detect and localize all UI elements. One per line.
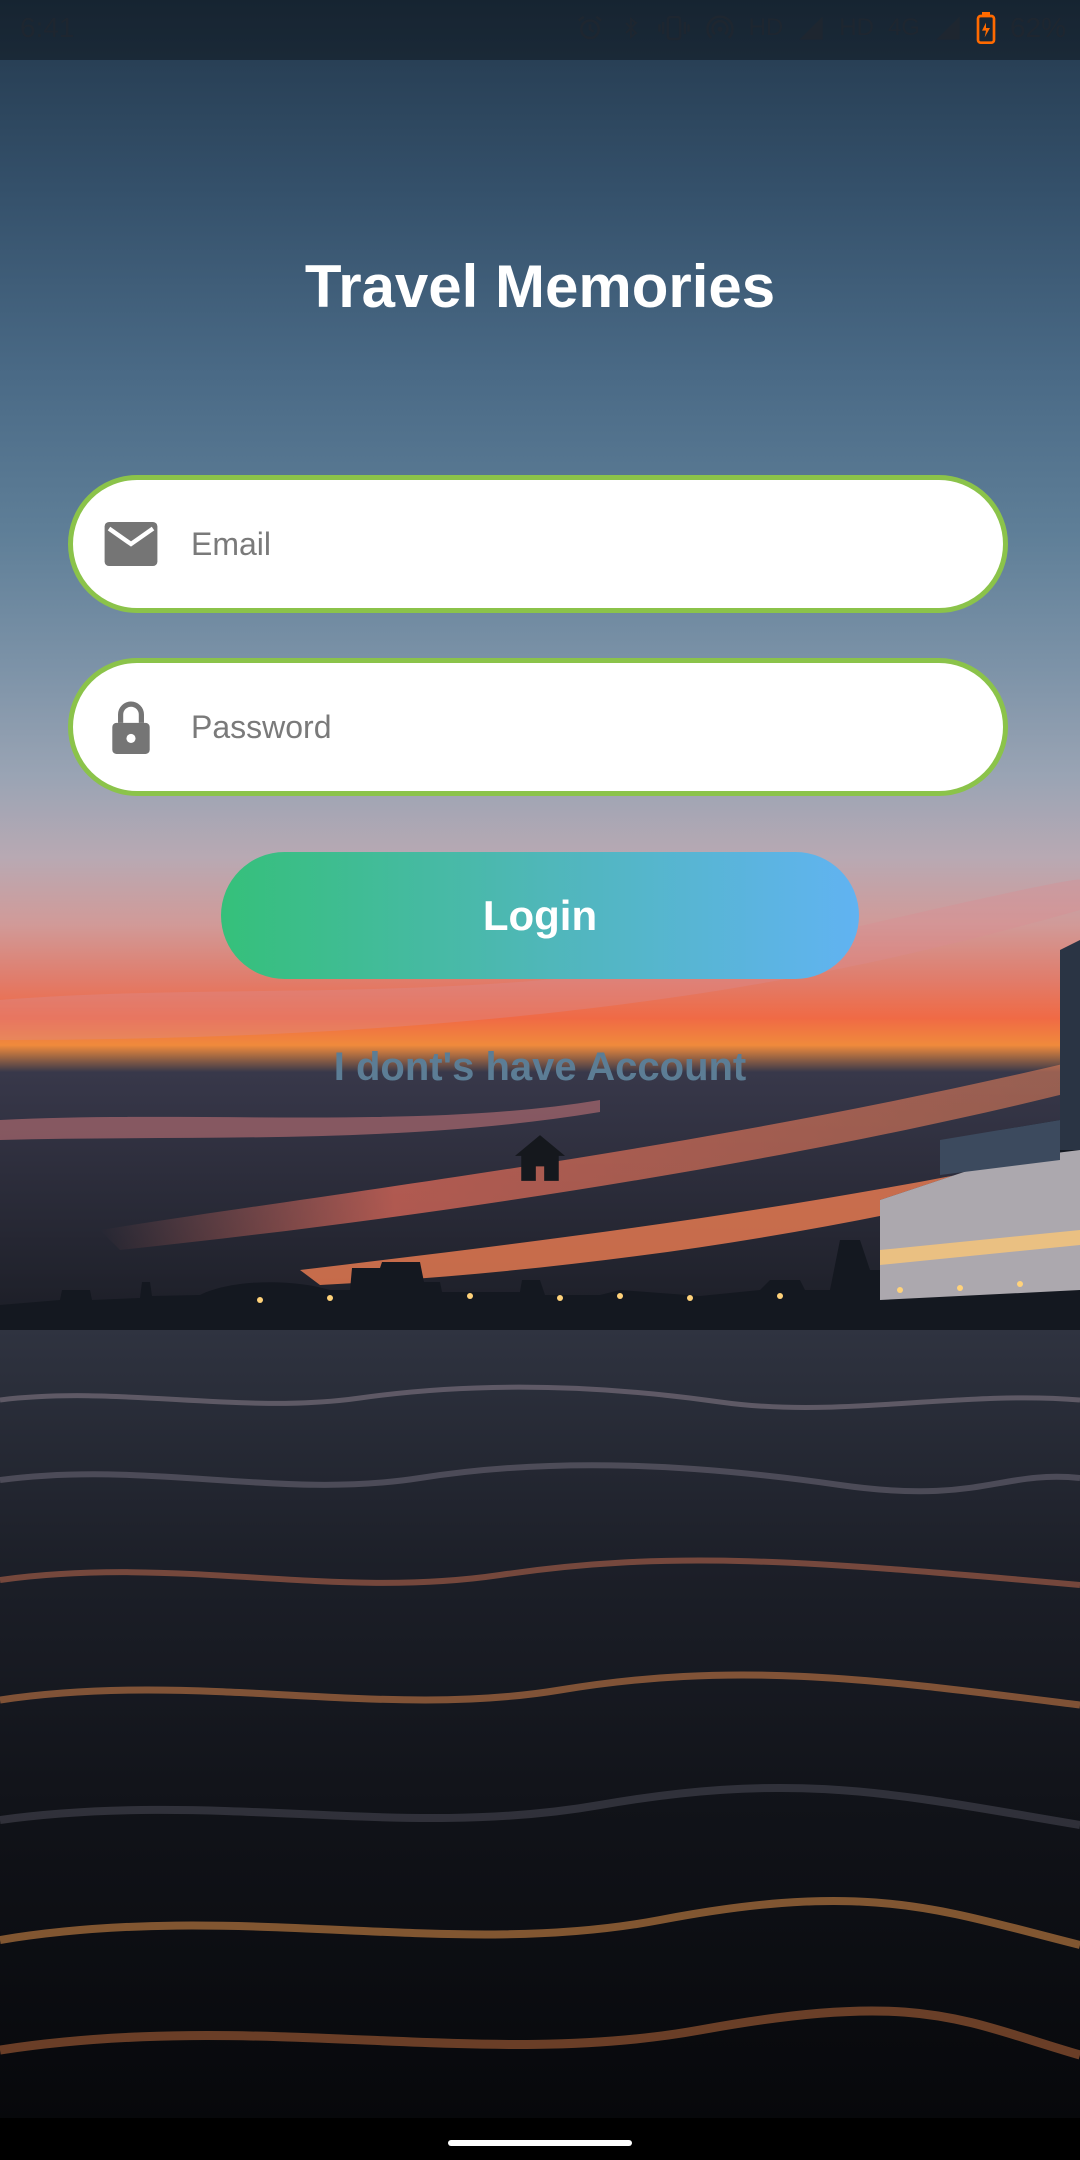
- battery-charging-icon: [976, 12, 996, 44]
- home-gesture-handle[interactable]: [448, 2140, 632, 2146]
- navigation-bar: [0, 2118, 1080, 2160]
- login-button[interactable]: Login: [221, 852, 859, 979]
- signal-icon: [934, 12, 962, 44]
- status-time: 6:41: [20, 12, 75, 43]
- email-input[interactable]: [189, 524, 953, 564]
- signal-icon: [797, 12, 825, 44]
- status-bar: 6:41 HD HD 4G 62%: [0, 0, 1080, 60]
- network-hd-label: HD: [748, 14, 784, 41]
- password-field[interactable]: [68, 658, 1008, 796]
- hotspot-icon: [705, 12, 735, 44]
- network-4g-label: 4G: [887, 14, 920, 41]
- alarm-icon: [575, 12, 605, 44]
- network-hd-label: HD: [839, 14, 874, 41]
- status-icons: HD HD 4G 62%: [575, 12, 1066, 44]
- home-button[interactable]: [512, 1130, 568, 1186]
- login-screen: 6:41 HD HD 4G 62% Travel Memories Email …: [0, 0, 1080, 2160]
- battery-percentage: 62%: [1009, 12, 1066, 43]
- lock-icon: [103, 699, 159, 755]
- app-title: Travel Memories: [304, 253, 776, 320]
- bluetooth-icon: [619, 12, 643, 44]
- vibrate-icon: [657, 12, 691, 44]
- email-icon: [103, 516, 159, 572]
- email-field[interactable]: [68, 475, 1008, 613]
- password-input[interactable]: [189, 707, 953, 747]
- home-icon: [515, 1135, 565, 1181]
- signup-link[interactable]: I dont's have Account: [0, 1045, 1080, 1090]
